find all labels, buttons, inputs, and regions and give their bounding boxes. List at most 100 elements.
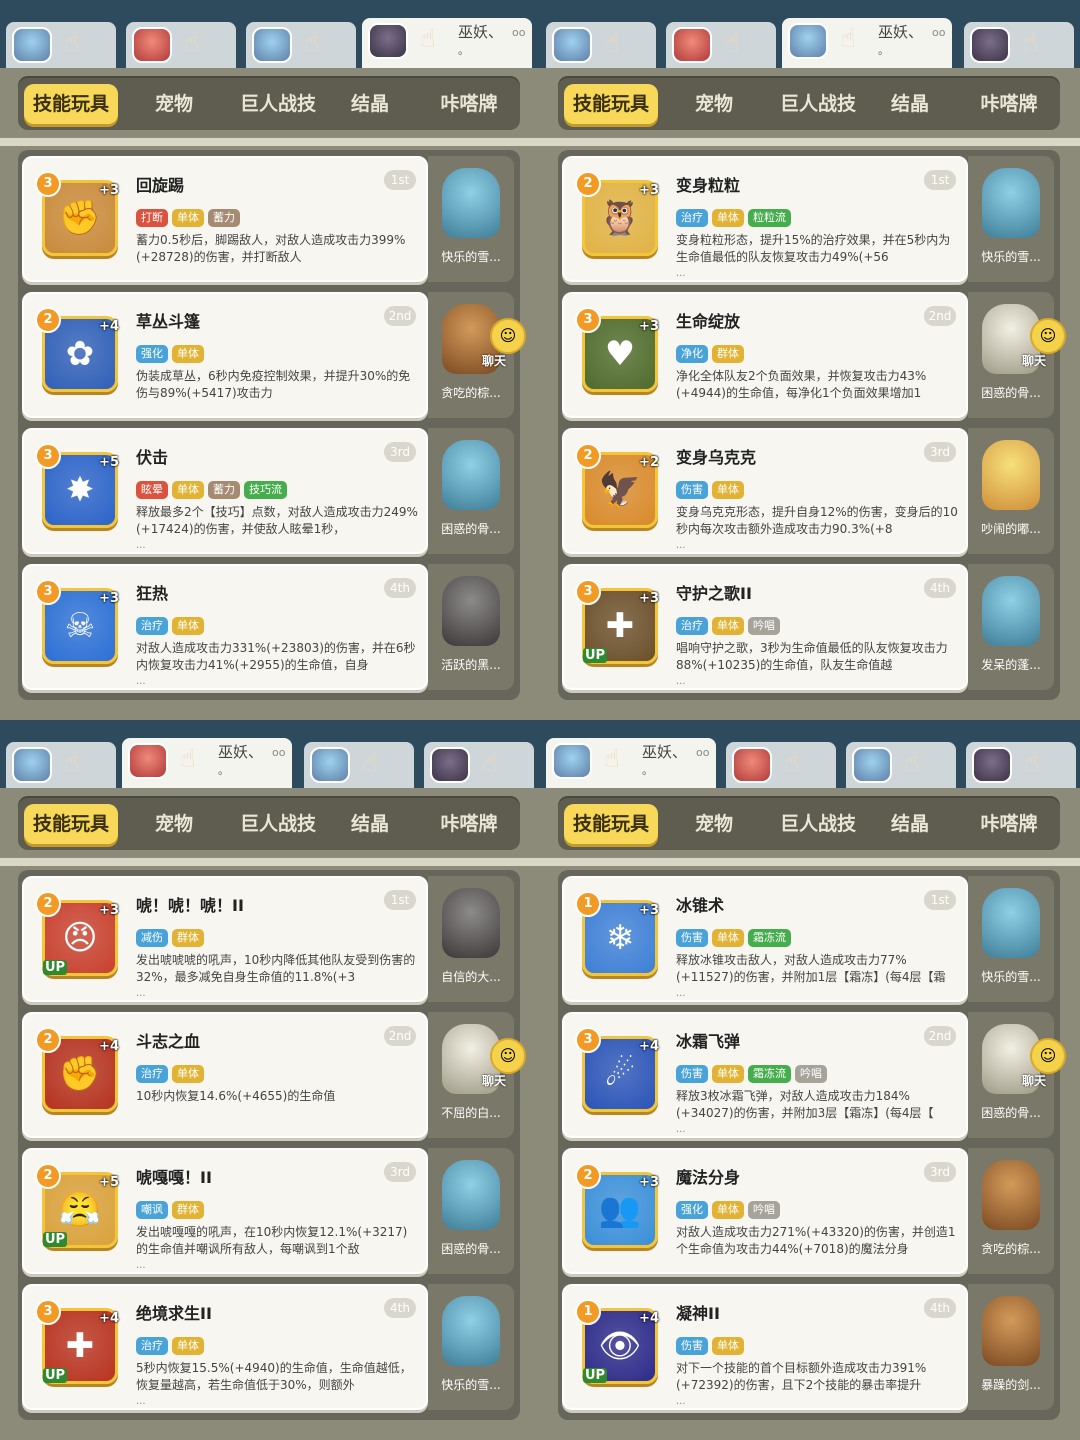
- player-tab-active[interactable]: ☝ 巫妖、 oo 。: [122, 738, 292, 788]
- pet-slot[interactable]: 困惑的骨... ☺ 聊天: [968, 1012, 1066, 1138]
- like-hand-icon[interactable]: ☝: [362, 748, 378, 778]
- pet-slot[interactable]: 快乐的雪...: [968, 156, 1054, 282]
- category-tab-4[interactable]: 咔嗒牌: [964, 84, 1054, 124]
- like-hand-icon[interactable]: ☝: [180, 744, 196, 774]
- category-tab-3[interactable]: 结晶: [874, 84, 946, 124]
- like-hand-icon[interactable]: ☝: [604, 28, 620, 58]
- chat-bubble-icon[interactable]: ☺: [490, 318, 526, 354]
- like-hand-icon[interactable]: ☝: [64, 748, 80, 778]
- skill-card[interactable]: ✊ 2 +4 斗志之血 2nd 治疗 单体 10秒内恢复14.6%(+4655)的生命值: [22, 1012, 428, 1138]
- player-tab[interactable]: ☝: [846, 742, 956, 788]
- player-tab[interactable]: ☝: [6, 742, 116, 788]
- player-tab[interactable]: ☝: [126, 22, 236, 68]
- pet-slot[interactable]: 吵闹的嘟...: [968, 428, 1054, 554]
- pet-slot[interactable]: 活跃的黑...: [428, 564, 514, 690]
- like-hand-icon[interactable]: ☝: [1024, 748, 1040, 778]
- player-tab[interactable]: ☝: [546, 22, 656, 68]
- skill-card[interactable]: 👥 2 +3 魔法分身 3rd 强化 单体 吟唱 对敌人造成攻击力271%(+43320)的伤害…: [562, 1148, 968, 1274]
- skill-card[interactable]: 🦉 2 +3 变身粒粒 1st 治疗 单体 粒粒流 变身粒粒形态，提升15%的治疗效果，并在5秒…: [562, 156, 968, 282]
- pet-slot[interactable]: 发呆的蓬...: [968, 564, 1054, 690]
- skill-card[interactable]: 😠 2 +3 UP 唬！唬！唬！II 1st 减伤 群体 发出唬唬唬的吼声，10秒内降低其他队友…: [22, 876, 428, 1002]
- category-tab-4[interactable]: 咔嗒牌: [424, 804, 514, 844]
- category-tab-0[interactable]: 技能玩具: [24, 84, 118, 124]
- skill-card[interactable]: ♥ 3 +3 生命绽放 2nd 净化 群体 净化全体队友2个负面效果，并恢复攻击力43%(+4…: [562, 292, 968, 418]
- player-tab[interactable]: ☝: [966, 742, 1076, 788]
- category-tab-1[interactable]: 宠物: [670, 84, 758, 124]
- like-hand-icon[interactable]: ☝: [184, 28, 200, 58]
- pet-slot[interactable]: 自信的大...: [428, 876, 514, 1002]
- skill-card[interactable]: ✚ 3 +3 UP 守护之歌II 4th 治疗 单体 吟唱 唱响守护之歌，3秒为生命值最低的队友恢…: [562, 564, 968, 690]
- player-tab-active[interactable]: ☝ 巫妖、 oo 。: [362, 18, 532, 68]
- category-tab-2[interactable]: 巨人战技: [228, 804, 328, 844]
- like-hand-icon[interactable]: ☝: [420, 24, 436, 54]
- like-hand-icon[interactable]: ☝: [904, 748, 920, 778]
- player-tab[interactable]: ☝: [666, 22, 776, 68]
- category-tab-0[interactable]: 技能玩具: [564, 84, 658, 124]
- player-tab[interactable]: ☝: [424, 742, 534, 788]
- skill-card[interactable]: ✚ 3 +4 UP 绝境求生II 4th 治疗 单体 5秒内恢复15.5%(+4940)的生命值…: [22, 1284, 428, 1410]
- like-hand-icon[interactable]: ☝: [482, 748, 498, 778]
- like-hand-icon[interactable]: ☝: [784, 748, 800, 778]
- pet-slot[interactable]: 贪吃的棕...: [968, 1148, 1054, 1274]
- skill-card[interactable]: 😤 2 +5 UP 唬嘎嘎！II 3rd 嘲讽 群体 发出唬嘎嘎的吼声，在10秒内恢复12.1%…: [22, 1148, 428, 1274]
- skill-tags: 伤害 单体 霜冻流 吟唱: [676, 1062, 831, 1083]
- category-tab-2[interactable]: 巨人战技: [768, 804, 868, 844]
- player-tab[interactable]: ☝: [964, 22, 1074, 68]
- chat-bubble-icon[interactable]: ☺: [490, 1038, 526, 1074]
- skill-card[interactable]: ☠ 3 +3 狂热 4th 治疗 单体 对敌人造成攻击力331%(+23803)的伤害，并在6…: [22, 564, 428, 690]
- like-hand-icon[interactable]: ☝: [604, 744, 620, 774]
- player-avatar: [12, 747, 52, 783]
- pet-name: 贪吃的棕...: [981, 1242, 1041, 1256]
- pet-slot[interactable]: 困惑的骨...: [428, 1148, 514, 1274]
- pet-slot[interactable]: 困惑的骨...: [428, 428, 514, 554]
- player-tab-active[interactable]: ☝ 巫妖、 oo 。: [546, 738, 716, 788]
- player-tab[interactable]: ☝: [6, 22, 116, 68]
- category-tab-1[interactable]: 宠物: [670, 804, 758, 844]
- like-hand-icon[interactable]: ☝: [840, 24, 856, 54]
- category-tab-4[interactable]: 咔嗒牌: [424, 84, 514, 124]
- category-tab-3[interactable]: 结晶: [334, 804, 406, 844]
- skill-card[interactable]: ❄ 1 +3 冰锥术 1st 伤害 单体 霜冻流 释放冰锥攻击敌人，对敌人造成攻击力77%(+1…: [562, 876, 968, 1002]
- player-tab-active[interactable]: ☝ 巫妖、 oo 。: [782, 18, 952, 68]
- like-hand-icon[interactable]: ☝: [64, 28, 80, 58]
- pet-slot[interactable]: 困惑的骨... ☺ 聊天: [968, 292, 1066, 418]
- player-tab[interactable]: ☝: [246, 22, 356, 68]
- pet-slot[interactable]: 贪吃的棕... ☺ 聊天: [428, 292, 526, 418]
- category-tab-3[interactable]: 结晶: [334, 84, 406, 124]
- skill-tags: 治疗 单体: [136, 1334, 208, 1355]
- category-tab-4[interactable]: 咔嗒牌: [964, 804, 1054, 844]
- pet-slot[interactable]: 快乐的雪...: [428, 1284, 514, 1410]
- section-divider: [540, 138, 1080, 146]
- skill-tag: 蓄力: [208, 209, 240, 227]
- player-avatar: [252, 27, 292, 63]
- pet-slot[interactable]: 快乐的雪...: [968, 876, 1054, 1002]
- pet-slot[interactable]: 快乐的雪...: [428, 156, 514, 282]
- skill-tag: 伤害: [676, 481, 708, 499]
- category-tab-1[interactable]: 宠物: [130, 84, 218, 124]
- category-tab-0[interactable]: 技能玩具: [564, 804, 658, 844]
- like-hand-icon[interactable]: ☝: [724, 28, 740, 58]
- chat-bubble-icon[interactable]: ☺: [1030, 1038, 1066, 1074]
- chat-bubble-icon[interactable]: ☺: [1030, 318, 1066, 354]
- category-tab-0[interactable]: 技能玩具: [24, 804, 118, 844]
- skill-upgrade-count: +4: [99, 319, 119, 334]
- like-hand-icon[interactable]: ☝: [1022, 28, 1038, 58]
- like-hand-icon[interactable]: ☝: [304, 28, 320, 58]
- skill-card[interactable]: ✊ 3 +3 回旋踢 1st 打断 单体 蓄力 蓄力0.5秒后，脚踢敌人，对敌人造成攻击力399…: [22, 156, 428, 282]
- category-tab-3[interactable]: 结晶: [874, 804, 946, 844]
- skill-card[interactable]: ☄ 3 +4 冰霜飞弹 2nd 伤害 单体 霜冻流 吟唱 释放3枚冰霜飞弹，对敌人造成攻击力184…: [562, 1012, 968, 1138]
- skill-card[interactable]: 👁 1 +4 UP 凝神II 4th 伤害 单体 对下一个技能的首个目标额外造成攻击力391%(…: [562, 1284, 968, 1410]
- category-tab-2[interactable]: 巨人战技: [768, 84, 868, 124]
- player-tab[interactable]: ☝: [304, 742, 414, 788]
- skill-tag: 吟唱: [795, 1065, 827, 1083]
- skill-icon: 😤 2 +5 UP: [35, 1163, 119, 1248]
- skill-card[interactable]: ✸ 3 +5 伏击 3rd 眩晕 单体 蓄力 技巧流 释放最多2个【技巧】点数，对敌人造成攻击力2…: [22, 428, 428, 554]
- skill-tag: 群体: [712, 345, 744, 363]
- pet-slot[interactable]: 不屈的白... ☺ 聊天: [428, 1012, 526, 1138]
- skill-card[interactable]: 🦅 2 +2 变身乌克克 3rd 伤害 单体 变身乌克克形态，提升自身12%的伤害，变身后的1…: [562, 428, 968, 554]
- skill-card[interactable]: ✿ 2 +4 草丛斗篷 2nd 强化 单体 伪装成草丛，6秒内免疫控制效果，并提升30%的免伤…: [22, 292, 428, 418]
- category-tab-2[interactable]: 巨人战技: [228, 84, 328, 124]
- pet-slot[interactable]: 暴躁的剑...: [968, 1284, 1054, 1410]
- category-tab-1[interactable]: 宠物: [130, 804, 218, 844]
- player-tab[interactable]: ☝: [726, 742, 836, 788]
